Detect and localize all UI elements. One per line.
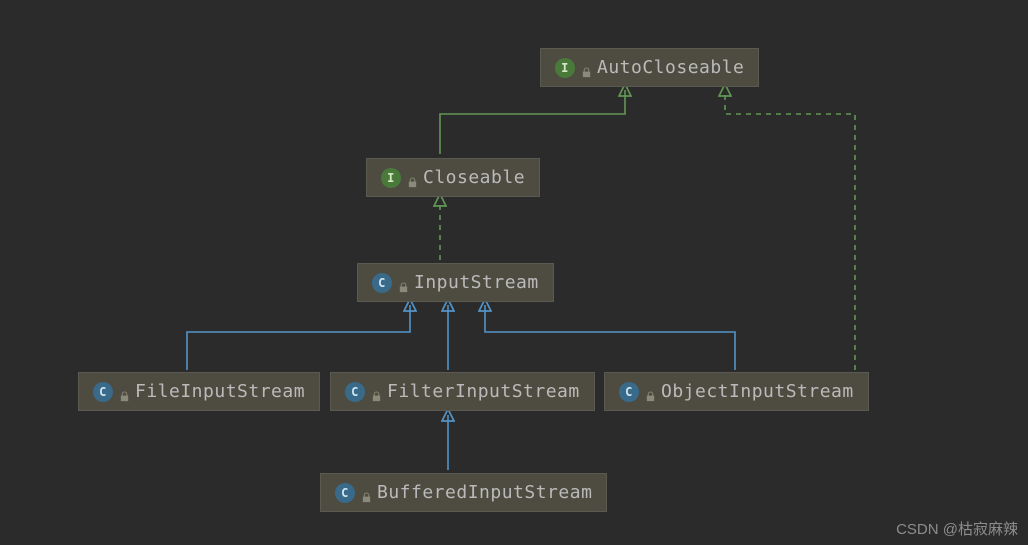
node-autocloseable[interactable]: I AutoCloseable: [540, 48, 759, 87]
edge-objectis-inputstream: [485, 305, 735, 370]
node-label: Closeable: [423, 167, 525, 188]
node-fileinputstream[interactable]: C FileInputStream: [78, 372, 320, 411]
node-closeable[interactable]: I Closeable: [366, 158, 540, 197]
class-icon: C: [345, 382, 365, 402]
class-icon: C: [619, 382, 639, 402]
lock-icon: [398, 277, 410, 289]
node-label: AutoCloseable: [597, 57, 744, 78]
class-icon: C: [93, 382, 113, 402]
edge-objectis-autocloseable: [725, 90, 855, 370]
node-label: InputStream: [414, 272, 539, 293]
interface-icon: I: [555, 58, 575, 78]
lock-icon: [581, 62, 593, 74]
node-objectinputstream[interactable]: C ObjectInputStream: [604, 372, 869, 411]
node-label: FileInputStream: [135, 381, 305, 402]
node-filterinputstream[interactable]: C FilterInputStream: [330, 372, 595, 411]
lock-icon: [407, 172, 419, 184]
class-icon: C: [335, 483, 355, 503]
lock-icon: [361, 487, 373, 499]
lock-icon: [119, 386, 131, 398]
edge-closeable-autocloseable: [440, 90, 625, 154]
node-bufferedinputstream[interactable]: C BufferedInputStream: [320, 473, 607, 512]
edge-fileis-inputstream: [187, 305, 410, 370]
lock-icon: [645, 386, 657, 398]
watermark-text: CSDN @枯寂麻辣: [896, 518, 1018, 539]
node-label: ObjectInputStream: [661, 381, 854, 402]
interface-icon: I: [381, 168, 401, 188]
node-label: BufferedInputStream: [377, 482, 592, 503]
node-inputstream[interactable]: C InputStream: [357, 263, 554, 302]
lock-icon: [371, 386, 383, 398]
abstract-class-icon: C: [372, 273, 392, 293]
node-label: FilterInputStream: [387, 381, 580, 402]
